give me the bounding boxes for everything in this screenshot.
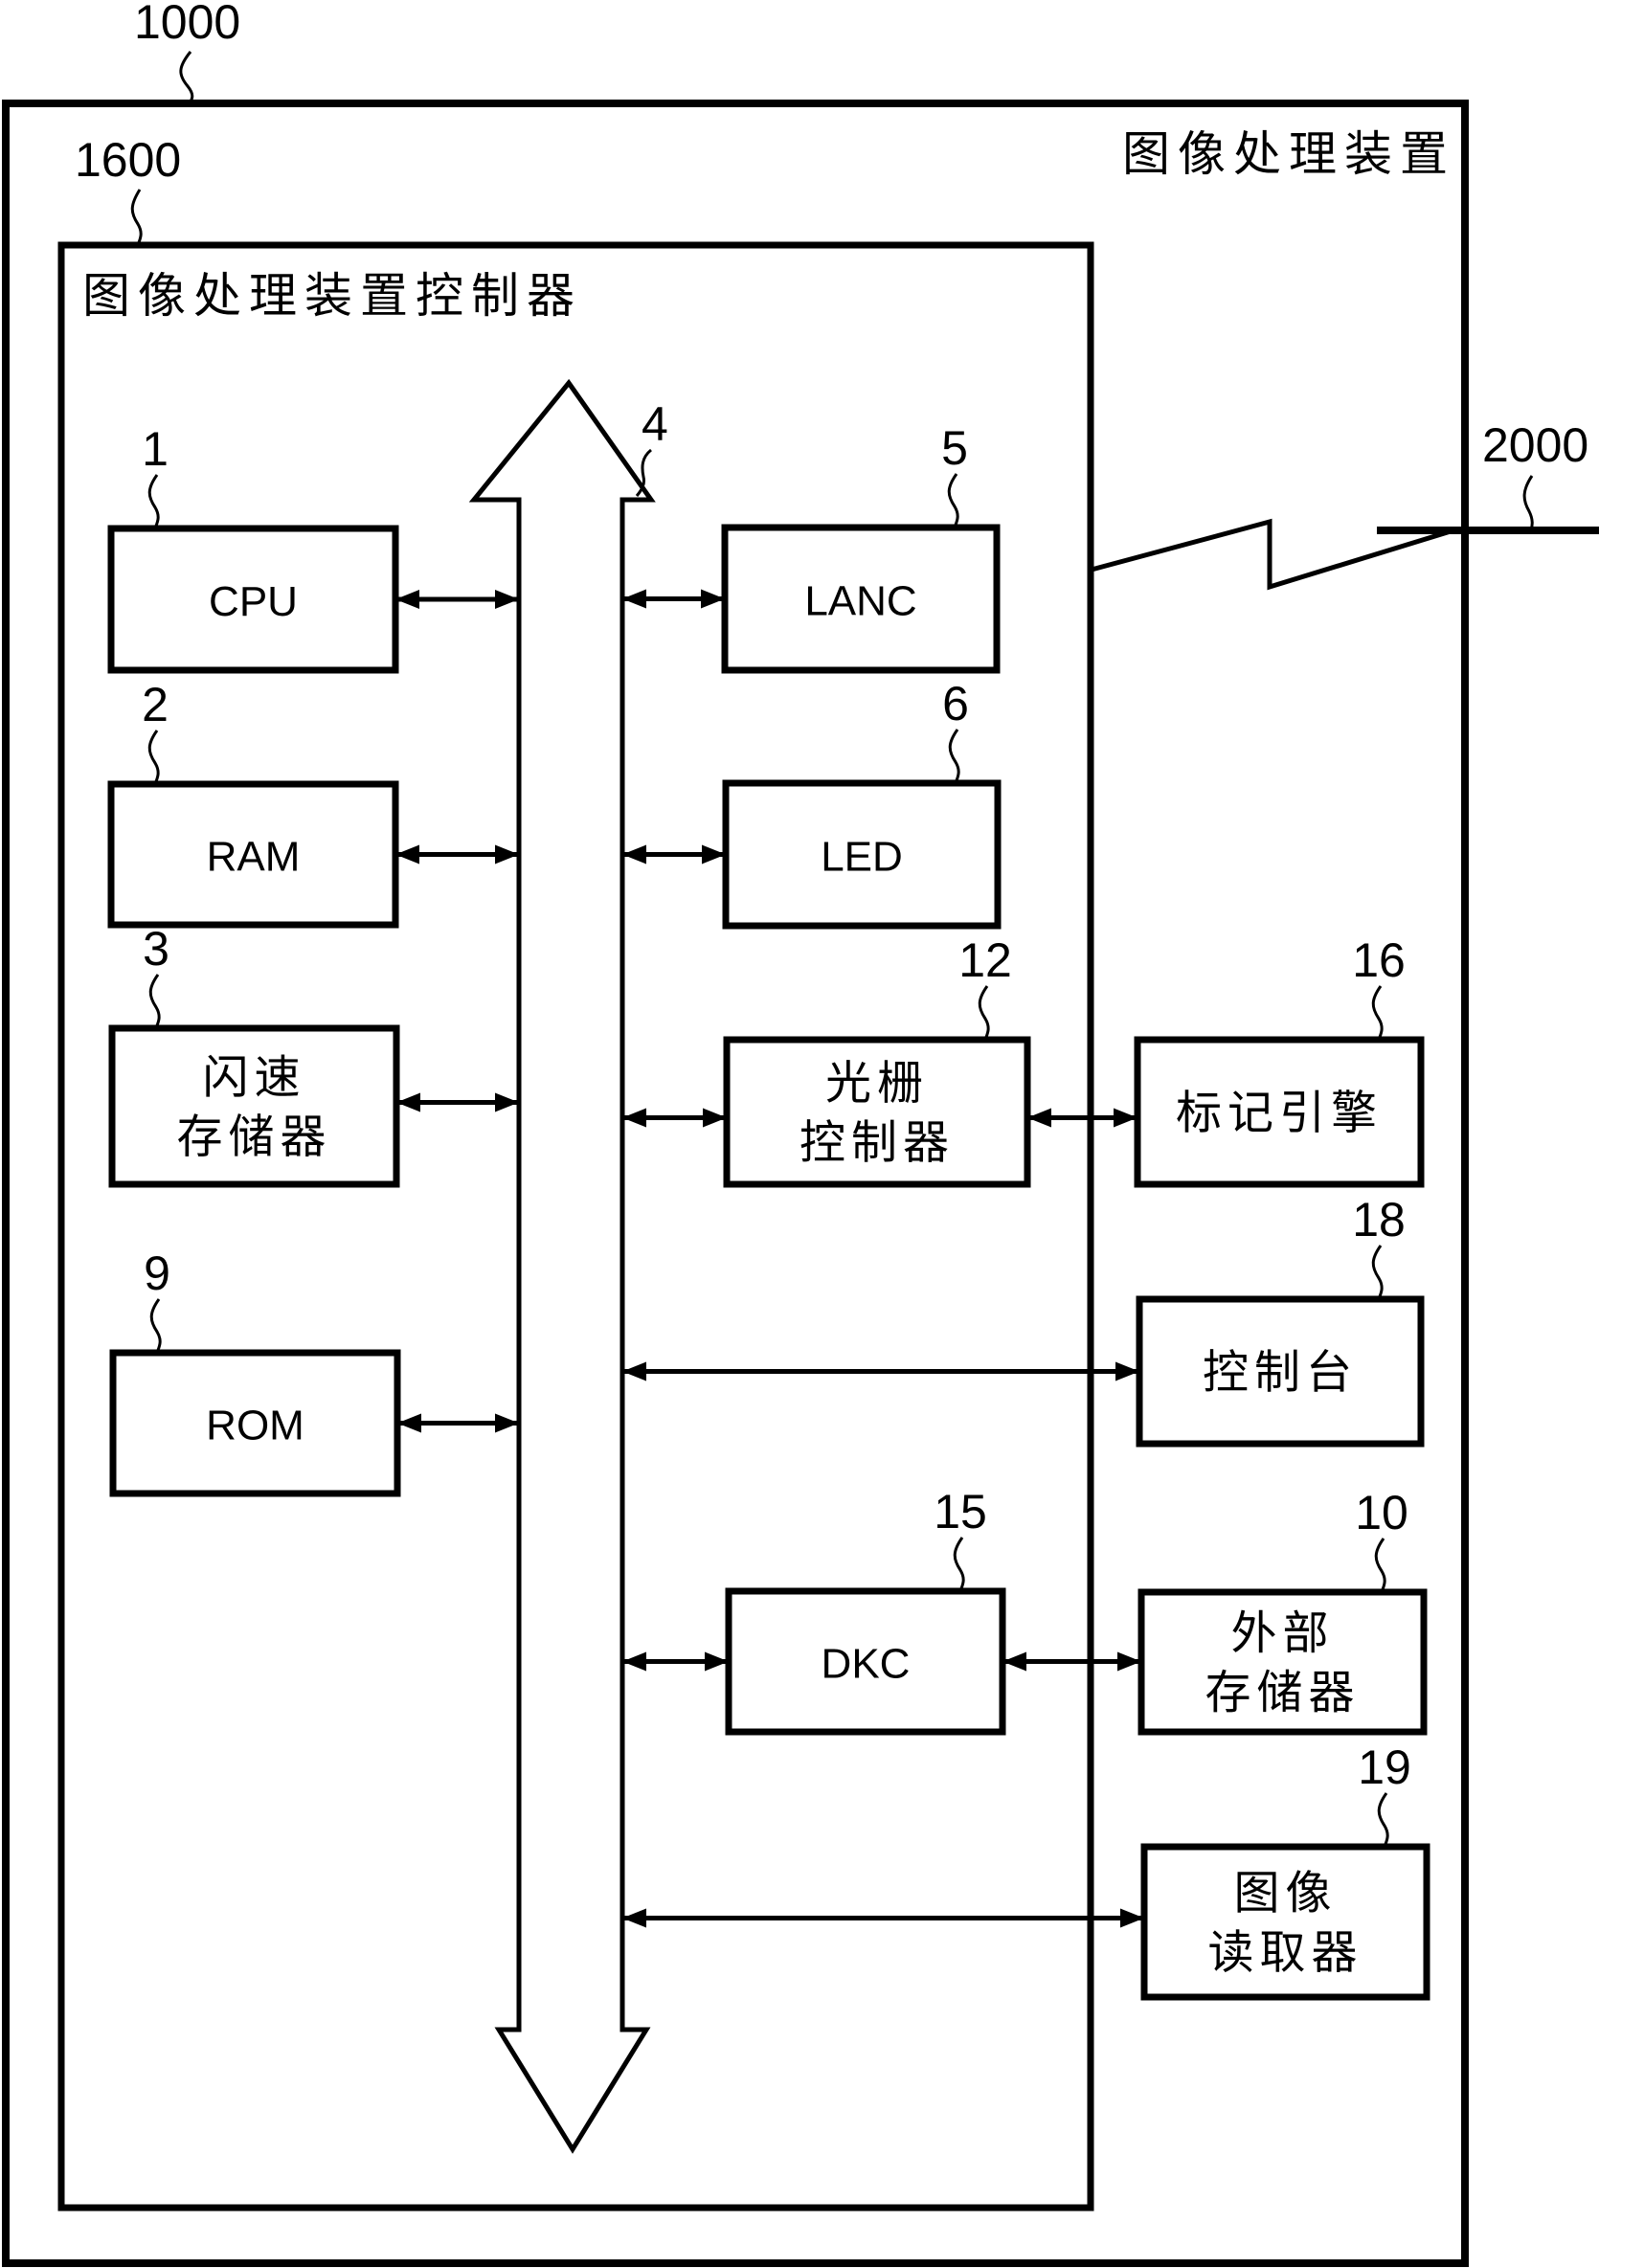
controller-leader	[130, 189, 143, 246]
dkc-ref: 15	[934, 1485, 987, 1538]
console-leader	[1371, 1245, 1384, 1300]
reader-label-line: 读取器	[1207, 1926, 1362, 1980]
raster-label-line: 控制器	[799, 1116, 955, 1170]
engine-label-line: 标记引擎	[1176, 1087, 1383, 1140]
flash-ref: 3	[143, 922, 169, 976]
system-bus: 4	[468, 378, 668, 2154]
apparatus-leader	[179, 51, 194, 104]
cpu-label-line: CPU	[209, 578, 298, 625]
raster-label-line: 光栅	[825, 1057, 929, 1111]
block-rom: ROM 9	[109, 1246, 401, 1497]
dkc-leader	[953, 1537, 965, 1592]
ram-leader	[147, 730, 160, 785]
reader-label-line: 图像	[1233, 1867, 1337, 1920]
block-ram: RAM 2	[107, 678, 399, 929]
led-ref: 6	[942, 677, 969, 730]
raster-leader	[978, 985, 990, 1041]
engine-ref: 16	[1352, 933, 1406, 987]
block-flash: 闪速存储器 3	[108, 922, 400, 1188]
rom-label-line: ROM	[206, 1403, 304, 1449]
led-label-line: LED	[821, 834, 903, 881]
reader-leader	[1377, 1792, 1389, 1848]
rom-leader	[149, 1298, 162, 1354]
block-lanc: LANC 5	[721, 421, 1001, 674]
apparatus-label: 图像处理装置	[1122, 126, 1455, 182]
storage-label-line: 外部	[1230, 1606, 1334, 1660]
controller-label: 图像处理装置控制器	[82, 268, 582, 324]
block-cpu: CPU 1	[107, 422, 399, 674]
block-dkc: DKC 15	[725, 1485, 1006, 1736]
engine-leader	[1371, 985, 1384, 1041]
cpu-leader	[147, 474, 160, 529]
led-leader	[948, 729, 960, 784]
flash-label-line: 存储器	[176, 1111, 331, 1164]
network-2000: 2000	[1091, 418, 1599, 591]
network-ref: 2000	[1482, 418, 1588, 472]
block-reader: 图像读取器 19	[1140, 1740, 1430, 2001]
blocks-layer: CPU 1 RAM 2 闪速存储器 3 ROM 9 LANC 5 LED 6 光栅控制器 12 标记引擎 16…	[107, 421, 1430, 2001]
storage-ref: 10	[1355, 1486, 1408, 1539]
raster-ref: 12	[958, 933, 1012, 987]
lanc-label-line: LANC	[804, 578, 916, 625]
rom-ref: 9	[144, 1246, 170, 1300]
lanc-leader	[947, 473, 959, 528]
controller-ref: 1600	[75, 133, 181, 187]
block-storage: 外部存储器 10	[1137, 1486, 1428, 1736]
network-leader	[1522, 475, 1534, 531]
storage-leader	[1374, 1538, 1386, 1593]
flash-label-line: 闪速	[202, 1051, 305, 1105]
ram-label-line: RAM	[207, 834, 301, 881]
block-engine: 标记引擎 16	[1134, 933, 1425, 1188]
console-ref: 18	[1352, 1193, 1406, 1246]
flash-leader	[148, 974, 161, 1029]
block-console: 控制台 18	[1136, 1193, 1425, 1448]
bus-ref: 4	[642, 397, 668, 451]
block-led: LED 6	[722, 677, 1002, 930]
ram-ref: 2	[142, 678, 169, 731]
cpu-ref: 1	[142, 422, 169, 476]
lanc-ref: 5	[941, 421, 968, 475]
apparatus-ref: 1000	[134, 0, 240, 49]
block-diagram: 1000 图像处理装置 1600 图像处理装置控制器 4 2000 CPU 1 RA…	[2, 0, 1599, 2267]
block-raster: 光栅控制器 12	[723, 933, 1031, 1188]
bus-arrow-shape	[468, 378, 656, 2154]
dkc-label-line: DKC	[822, 1641, 911, 1688]
reader-ref: 19	[1358, 1740, 1411, 1794]
storage-label-line: 存储器	[1205, 1666, 1360, 1719]
console-label-line: 控制台	[1203, 1346, 1358, 1400]
